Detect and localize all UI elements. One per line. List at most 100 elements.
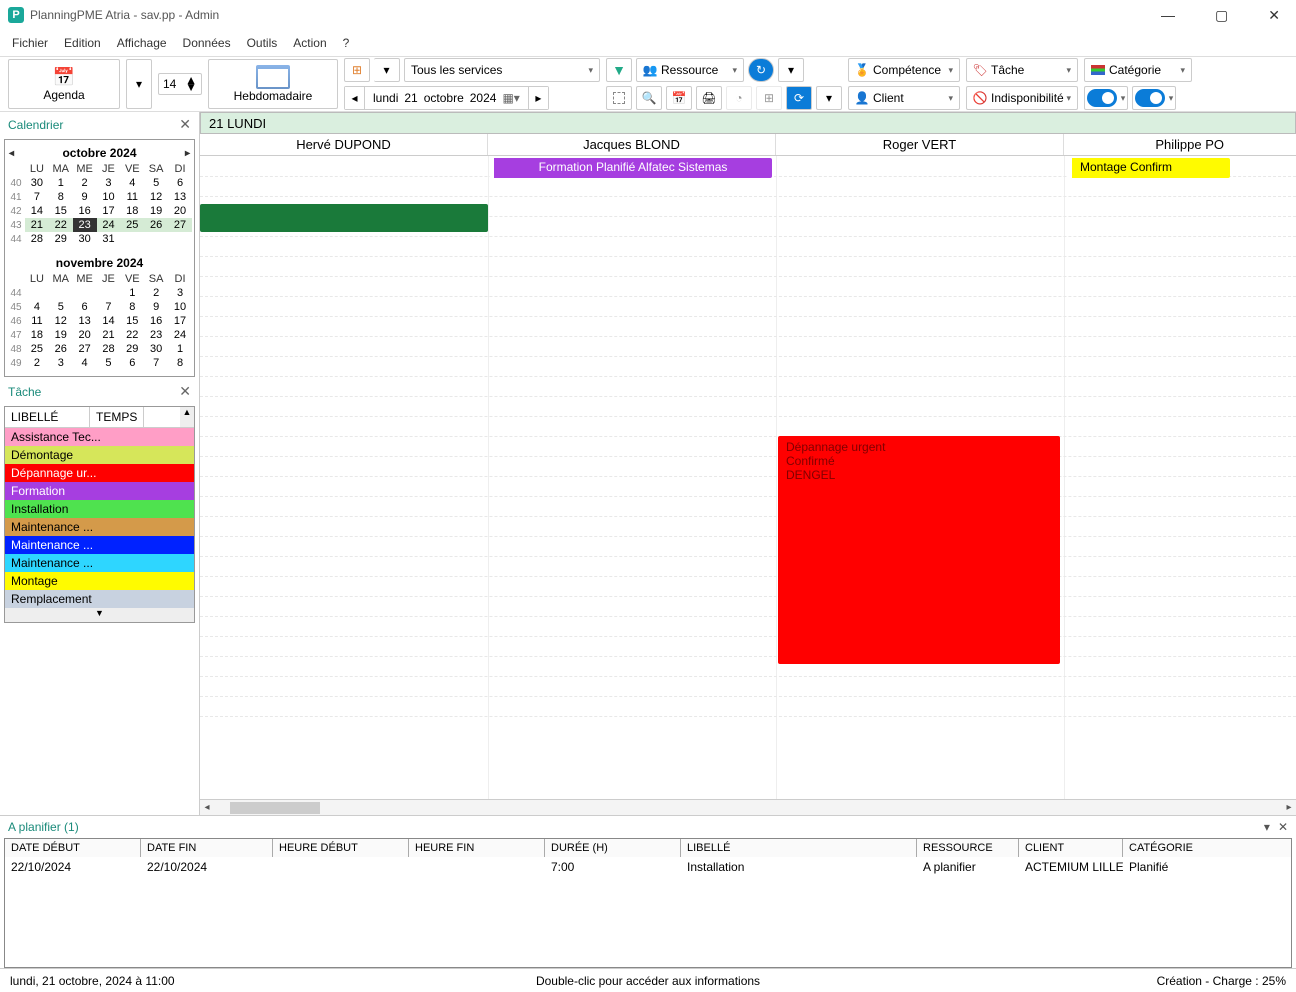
search-button[interactable]: 🔍 <box>636 86 662 110</box>
calendar-day[interactable]: 13 <box>168 190 192 204</box>
calendar-day[interactable]: 26 <box>49 342 73 356</box>
calendar-day[interactable]: 8 <box>120 300 144 314</box>
prev-day-button[interactable]: ◂ <box>345 87 365 109</box>
calendar-day[interactable]: 4 <box>73 356 97 370</box>
minimize-button[interactable]: ― <box>1153 3 1183 28</box>
sync-dropdown[interactable]: ▾ <box>816 86 842 110</box>
date-picker-icon[interactable]: ▦▾ <box>502 91 519 105</box>
scroll-right-icon[interactable]: ▸ <box>1282 802 1296 813</box>
next-day-button[interactable]: ▸ <box>528 87 548 109</box>
calendar-day[interactable] <box>25 286 49 300</box>
calendar-day[interactable]: 1 <box>120 286 144 300</box>
menu-edition[interactable]: Edition <box>64 36 101 50</box>
calendar-day[interactable] <box>49 286 73 300</box>
calendar-day[interactable]: 21 <box>97 328 121 342</box>
calendar-day[interactable]: 29 <box>49 232 73 246</box>
chart-button[interactable]: ◔ <box>726 86 752 110</box>
calendar-day[interactable]: 28 <box>97 342 121 356</box>
tache-combo[interactable]: 🏷 Tâche ▾ <box>966 58 1078 82</box>
pth-categorie[interactable]: CATÉGORIE <box>1123 839 1291 857</box>
menu-donnees[interactable]: Données <box>183 36 231 50</box>
event-formation[interactable]: Formation Planifié Alfatec Sistemas <box>490 158 772 178</box>
task-col-time[interactable]: TEMPS <box>90 407 144 427</box>
calendar-day[interactable]: 20 <box>73 328 97 342</box>
hebdomadaire-button[interactable]: Hebdomadaire <box>208 59 338 109</box>
calendar-day[interactable]: 17 <box>97 204 121 218</box>
calendar-day[interactable]: 7 <box>25 190 49 204</box>
task-scroll-down[interactable]: ▼ <box>5 608 194 622</box>
calendar-day[interactable]: 31 <box>97 232 121 246</box>
calendar-day[interactable]: 1 <box>49 176 73 190</box>
pth-libelle[interactable]: LIBELLÉ <box>681 839 917 857</box>
calendar-day[interactable] <box>120 232 144 246</box>
calendar-day[interactable]: 21 <box>25 218 49 232</box>
calendar-day[interactable]: 7 <box>97 300 121 314</box>
calendar-day[interactable]: 8 <box>49 190 73 204</box>
calendar-day[interactable]: 2 <box>144 286 168 300</box>
resource-col-4[interactable]: Philippe PO <box>1064 134 1228 155</box>
calendar-day[interactable]: 6 <box>168 176 192 190</box>
pth-client[interactable]: CLIENT <box>1019 839 1123 857</box>
calendar-day[interactable]: 15 <box>49 204 73 218</box>
calendar-day[interactable]: 11 <box>25 314 49 328</box>
calendar-day[interactable]: 15 <box>120 314 144 328</box>
planner-collapse-icon[interactable]: ▾ <box>1264 820 1270 834</box>
horizontal-scrollbar[interactable]: ◂ ▸ <box>200 799 1296 815</box>
scroll-left-icon[interactable]: ◂ <box>200 802 214 813</box>
calendar-day[interactable]: 3 <box>168 286 192 300</box>
calendar-day[interactable]: 30 <box>73 232 97 246</box>
calendar-day[interactable]: 6 <box>120 356 144 370</box>
menu-outils[interactable]: Outils <box>247 36 278 50</box>
calendar-day[interactable]: 19 <box>49 328 73 342</box>
calendar-day[interactable]: 8 <box>168 356 192 370</box>
pth-ressource[interactable]: RESSOURCE <box>917 839 1019 857</box>
calendar-day[interactable]: 12 <box>49 314 73 328</box>
today-button[interactable]: 📅 <box>666 86 692 110</box>
print-button[interactable]: 🖨 <box>696 86 722 110</box>
calendar-day[interactable]: 22 <box>120 328 144 342</box>
resource-col-1[interactable]: Hervé DUPOND <box>200 134 488 155</box>
calendar-day[interactable]: 10 <box>168 300 192 314</box>
close-calendar-panel-icon[interactable]: ✕ <box>179 116 191 133</box>
planner-close-icon[interactable]: ✕ <box>1278 820 1288 834</box>
categorie-combo[interactable]: Catégorie ▾ <box>1084 58 1192 82</box>
event-montage[interactable]: Montage Confirm <box>1068 158 1230 178</box>
task-scroll-up[interactable]: ▲ <box>180 407 194 427</box>
calendar-day[interactable]: 22 <box>49 218 73 232</box>
event-green-block[interactable] <box>200 204 488 232</box>
calendar-grid-nov[interactable]: LUMAMEJEVESADI44123454567891046111213141… <box>7 272 192 370</box>
calendar-day[interactable]: 27 <box>168 218 192 232</box>
calendar-day[interactable]: 7 <box>144 356 168 370</box>
task-item[interactable]: Remplacement <box>5 590 194 608</box>
calendar-day[interactable]: 24 <box>168 328 192 342</box>
task-item[interactable]: Maintenance ... <box>5 518 194 536</box>
calendar-day[interactable]: 4 <box>25 300 49 314</box>
calendar-day[interactable]: 26 <box>144 218 168 232</box>
menu-help[interactable]: ? <box>343 36 350 50</box>
calendar-day[interactable]: 23 <box>73 218 97 232</box>
calendar-day[interactable]: 25 <box>120 218 144 232</box>
calendar-day[interactable]: 1 <box>168 342 192 356</box>
calendar-day[interactable]: 20 <box>168 204 192 218</box>
menu-fichier[interactable]: Fichier <box>12 36 48 50</box>
calendar-day[interactable]: 18 <box>25 328 49 342</box>
calendar-day[interactable]: 3 <box>49 356 73 370</box>
agenda-button[interactable]: 📅 Agenda <box>8 59 120 109</box>
calendar-day[interactable]: 19 <box>144 204 168 218</box>
maximize-button[interactable]: ▢ <box>1207 3 1236 28</box>
calendar-day[interactable]: 30 <box>144 342 168 356</box>
planner-row[interactable]: 22/10/2024 22/10/2024 7:00 Installation … <box>5 857 1291 877</box>
sync-button[interactable]: ⟳ <box>786 86 812 110</box>
calendar-day[interactable] <box>144 232 168 246</box>
resource-col-3[interactable]: Roger VERT <box>776 134 1064 155</box>
calendar-day[interactable]: 2 <box>25 356 49 370</box>
indispo-combo[interactable]: 🚫 Indisponibilité ▾ <box>966 86 1078 110</box>
ressource-combo[interactable]: 👥 Ressource ▾ <box>636 58 744 82</box>
next-month-button[interactable]: ▸ <box>185 148 190 159</box>
calendar-day[interactable]: 16 <box>144 314 168 328</box>
calendar-day[interactable]: 10 <box>97 190 121 204</box>
calendar-day[interactable]: 30 <box>25 176 49 190</box>
calendar-day[interactable]: 17 <box>168 314 192 328</box>
calendar-day[interactable]: 3 <box>97 176 121 190</box>
calendar-day[interactable]: 14 <box>25 204 49 218</box>
